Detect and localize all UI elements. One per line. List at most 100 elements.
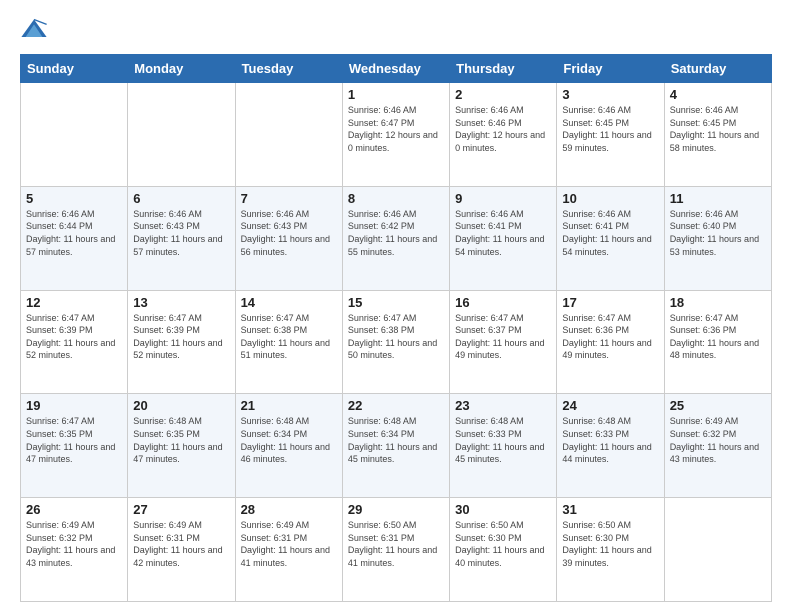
day-info: Sunrise: 6:50 AMSunset: 6:31 PMDaylight:…: [348, 519, 444, 569]
top-section: [20, 16, 772, 44]
day-number: 29: [348, 502, 444, 517]
calendar-cell: 9 Sunrise: 6:46 AMSunset: 6:41 PMDaylight…: [450, 186, 557, 290]
calendar-cell: 5Sunrise: 6:46 AMSunset: 6:44 PMDaylight…: [21, 186, 128, 290]
day-number: 21: [241, 398, 337, 413]
calendar-cell: 17 Sunrise: 6:47 AMSunset: 6:36 PMDayligh…: [557, 290, 664, 394]
calendar-cell: 13Sunrise: 6:47 AMSunset: 6:39 PMDayligh…: [128, 290, 235, 394]
day-number: 16: [455, 295, 551, 310]
day-number: 6: [133, 191, 229, 206]
day-info: Sunrise: 6:49 AMSunset: 6:32 PMDaylight:…: [26, 519, 122, 569]
calendar-cell: [128, 83, 235, 187]
header-tuesday: Tuesday: [235, 55, 342, 83]
day-number: 25: [670, 398, 766, 413]
day-info: Sunrise: 6:46 AMSunset: 6:44 PMDaylight:…: [26, 208, 122, 258]
calendar-cell: 24 Sunrise: 6:48 AMSunset: 6:33 PMDayligh…: [557, 394, 664, 498]
day-info: Sunrise: 6:46 AMSunset: 6:41 PMDaylight:…: [455, 208, 551, 258]
day-info: Sunrise: 6:47 AMSunset: 6:38 PMDaylight:…: [348, 312, 444, 362]
calendar-table: Sunday Monday Tuesday Wednesday Thursday…: [20, 54, 772, 602]
calendar-cell: 10 Sunrise: 6:46 AMSunset: 6:41 PMDayligh…: [557, 186, 664, 290]
day-info: Sunrise: 6:48 AMSunset: 6:35 PMDaylight:…: [133, 415, 229, 465]
day-info: Sunrise: 6:50 AMSunset: 6:30 PMDaylight:…: [562, 519, 658, 569]
calendar-week-row: 12 Sunrise: 6:47 AMSunset: 6:39 PMDayligh…: [21, 290, 772, 394]
day-number: 11: [670, 191, 766, 206]
header-sunday: Sunday: [21, 55, 128, 83]
day-info: Sunrise: 6:46 AMSunset: 6:43 PMDaylight:…: [133, 208, 229, 258]
day-number: 17: [562, 295, 658, 310]
day-info: Sunrise: 6:49 AMSunset: 6:31 PMDaylight:…: [133, 519, 229, 569]
page: Sunday Monday Tuesday Wednesday Thursday…: [0, 0, 792, 612]
calendar-cell: [235, 83, 342, 187]
calendar-cell: 11 Sunrise: 6:46 AMSunset: 6:40 PMDayligh…: [664, 186, 771, 290]
calendar-cell: 12 Sunrise: 6:47 AMSunset: 6:39 PMDayligh…: [21, 290, 128, 394]
day-info: Sunrise: 6:46 AMSunset: 6:46 PMDaylight:…: [455, 104, 551, 154]
day-info: Sunrise: 6:48 AMSunset: 6:34 PMDaylight:…: [241, 415, 337, 465]
header-friday: Friday: [557, 55, 664, 83]
day-number: 15: [348, 295, 444, 310]
day-number: 30: [455, 502, 551, 517]
calendar-cell: 6 Sunrise: 6:46 AMSunset: 6:43 PMDaylight…: [128, 186, 235, 290]
header-monday: Monday: [128, 55, 235, 83]
day-info: Sunrise: 6:47 AMSunset: 6:35 PMDaylight:…: [26, 415, 122, 465]
day-number: 12: [26, 295, 122, 310]
calendar-cell: 14 Sunrise: 6:47 AMSunset: 6:38 PMDayligh…: [235, 290, 342, 394]
calendar-cell: [21, 83, 128, 187]
day-number: 7: [241, 191, 337, 206]
day-info: Sunrise: 6:48 AMSunset: 6:33 PMDaylight:…: [455, 415, 551, 465]
day-info: Sunrise: 6:46 AMSunset: 6:41 PMDaylight:…: [562, 208, 658, 258]
calendar-cell: 26 Sunrise: 6:49 AMSunset: 6:32 PMDayligh…: [21, 498, 128, 602]
day-info: Sunrise: 6:47 AMSunset: 6:39 PMDaylight:…: [26, 312, 122, 362]
day-number: 9: [455, 191, 551, 206]
calendar-cell: [664, 498, 771, 602]
day-info: Sunrise: 6:48 AMSunset: 6:33 PMDaylight:…: [562, 415, 658, 465]
calendar-cell: 19 Sunrise: 6:47 AMSunset: 6:35 PMDayligh…: [21, 394, 128, 498]
day-number: 1: [348, 87, 444, 102]
calendar-week-row: 26 Sunrise: 6:49 AMSunset: 6:32 PMDayligh…: [21, 498, 772, 602]
day-number: 23: [455, 398, 551, 413]
calendar-cell: 30 Sunrise: 6:50 AMSunset: 6:30 PMDayligh…: [450, 498, 557, 602]
day-number: 20: [133, 398, 229, 413]
calendar-cell: 4 Sunrise: 6:46 AMSunset: 6:45 PMDaylight…: [664, 83, 771, 187]
day-info: Sunrise: 6:46 AMSunset: 6:47 PMDaylight:…: [348, 104, 444, 154]
calendar-cell: 28 Sunrise: 6:49 AMSunset: 6:31 PMDayligh…: [235, 498, 342, 602]
day-number: 2: [455, 87, 551, 102]
calendar-week-row: 1 Sunrise: 6:46 AMSunset: 6:47 PMDaylight…: [21, 83, 772, 187]
day-info: Sunrise: 6:46 AMSunset: 6:45 PMDaylight:…: [670, 104, 766, 154]
day-number: 10: [562, 191, 658, 206]
day-number: 28: [241, 502, 337, 517]
header-saturday: Saturday: [664, 55, 771, 83]
calendar-cell: 7Sunrise: 6:46 AMSunset: 6:43 PMDaylight…: [235, 186, 342, 290]
day-info: Sunrise: 6:48 AMSunset: 6:34 PMDaylight:…: [348, 415, 444, 465]
calendar-cell: 27 Sunrise: 6:49 AMSunset: 6:31 PMDayligh…: [128, 498, 235, 602]
day-number: 27: [133, 502, 229, 517]
day-info: Sunrise: 6:47 AMSunset: 6:36 PMDaylight:…: [670, 312, 766, 362]
day-info: Sunrise: 6:47 AMSunset: 6:36 PMDaylight:…: [562, 312, 658, 362]
day-number: 19: [26, 398, 122, 413]
calendar-cell: 18 Sunrise: 6:47 AMSunset: 6:36 PMDayligh…: [664, 290, 771, 394]
day-info: Sunrise: 6:47 AMSunset: 6:38 PMDaylight:…: [241, 312, 337, 362]
calendar-cell: 25 Sunrise: 6:49 AMSunset: 6:32 PMDayligh…: [664, 394, 771, 498]
logo-icon: [20, 16, 48, 44]
day-info: Sunrise: 6:47 AMSunset: 6:39 PMDaylight:…: [133, 312, 229, 362]
calendar-cell: 21 Sunrise: 6:48 AMSunset: 6:34 PMDayligh…: [235, 394, 342, 498]
calendar-cell: 2 Sunrise: 6:46 AMSunset: 6:46 PMDaylight…: [450, 83, 557, 187]
calendar-week-row: 19 Sunrise: 6:47 AMSunset: 6:35 PMDayligh…: [21, 394, 772, 498]
day-number: 14: [241, 295, 337, 310]
day-info: Sunrise: 6:49 AMSunset: 6:32 PMDaylight:…: [670, 415, 766, 465]
day-number: 4: [670, 87, 766, 102]
calendar-cell: 22Sunrise: 6:48 AMSunset: 6:34 PMDayligh…: [342, 394, 449, 498]
day-info: Sunrise: 6:49 AMSunset: 6:31 PMDaylight:…: [241, 519, 337, 569]
calendar-week-row: 5Sunrise: 6:46 AMSunset: 6:44 PMDaylight…: [21, 186, 772, 290]
day-info: Sunrise: 6:50 AMSunset: 6:30 PMDaylight:…: [455, 519, 551, 569]
day-info: Sunrise: 6:46 AMSunset: 6:42 PMDaylight:…: [348, 208, 444, 258]
day-number: 18: [670, 295, 766, 310]
day-info: Sunrise: 6:47 AMSunset: 6:37 PMDaylight:…: [455, 312, 551, 362]
day-info: Sunrise: 6:46 AMSunset: 6:40 PMDaylight:…: [670, 208, 766, 258]
weekday-header-row: Sunday Monday Tuesday Wednesday Thursday…: [21, 55, 772, 83]
day-number: 24: [562, 398, 658, 413]
calendar-cell: 16 Sunrise: 6:47 AMSunset: 6:37 PMDayligh…: [450, 290, 557, 394]
header-thursday: Thursday: [450, 55, 557, 83]
header-wednesday: Wednesday: [342, 55, 449, 83]
day-number: 3: [562, 87, 658, 102]
logo-area: [20, 16, 52, 44]
day-number: 26: [26, 502, 122, 517]
